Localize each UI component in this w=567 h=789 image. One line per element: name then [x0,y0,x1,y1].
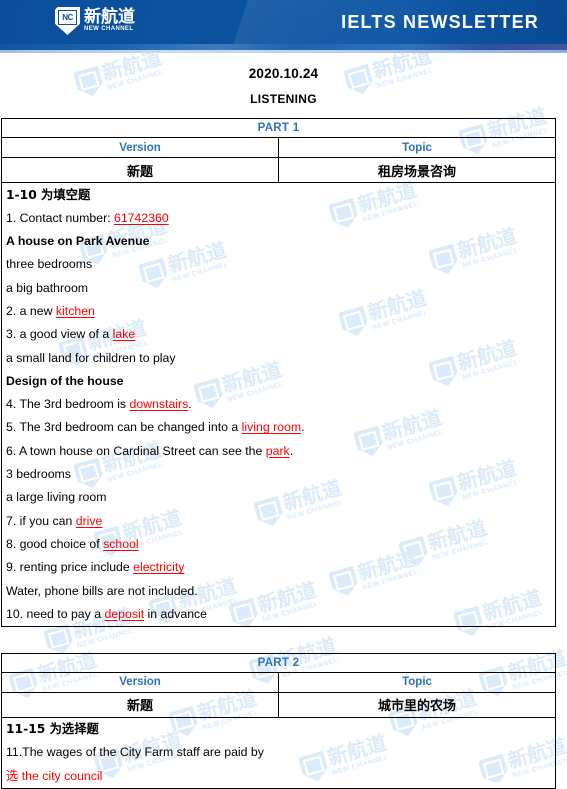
part-body-row: 1-10 为填空题 1. Contact number: 61742360 A ho… [1,182,556,627]
part-body: 11-15 为选择题 11.The wages of the City Farm … [1,716,556,789]
line-text: 4. The 3rd bedroom is [6,397,130,412]
brand-name-cn: 新航道 [84,6,135,26]
answer-line: 9. renting price include electricity [2,556,555,579]
answer-line: Water, phone bills are not included. [2,579,555,602]
part-instruction: 1-10 为填空题 [6,187,91,202]
value-topic: 城市里的农场 [278,691,556,718]
answer-text: lake [112,327,136,342]
line-text: 10. need to pay a [6,606,105,621]
answer-text: 61742360 [114,210,169,225]
answer-line: a big bathroom [2,276,555,299]
table-gap [0,627,567,653]
line-text: a large living room [6,490,107,505]
line-text: 3. a good view of a [6,327,113,342]
line-text: 9. renting price include [6,560,134,575]
line-text: 11.The wages of the City Farm staff are … [6,745,264,760]
answer-text: downstairs [129,397,189,412]
answer-text: electricity [133,560,185,575]
part-table: PART 2 Version Topic 新题 城市里的农场 11-15 为选择题 11.T… [1,652,556,789]
line-text: 7. if you can [6,513,76,528]
answer-line: 4. The 3rd bedroom is downstairs. [2,393,555,416]
document-date: 2020.10.24 [248,66,319,81]
answer-line: 11.The wages of the City Farm staff are … [2,741,555,764]
answer-line: a small land for children to play [2,346,555,369]
column-header-topic: Topic [278,137,556,158]
part-body-row: 11-15 为选择题 11.The wages of the City Farm … [1,716,556,789]
part-title: PART 1 [1,118,556,138]
line-text: 5. The 3rd bedroom can be changed into a [6,420,242,435]
column-header-version: Version [1,671,279,693]
part-title: PART 2 [1,652,556,673]
answer-text: park [265,443,290,458]
answer-line: 3 bedrooms [2,463,555,486]
page-root: NC 新航道 NEW CHANNEL IELTS NEWSLETTER 2020… [0,0,567,789]
part-body: 1-10 为填空题 1. Contact number: 61742360 A ho… [1,182,556,627]
shield-icon: NC [55,7,80,35]
line-text: . [301,420,305,435]
answer-text: kitchen [55,303,95,318]
brand-wordmark: 新航道 NEW CHANNEL [84,8,135,35]
answer-line: 选 the city council [2,764,555,787]
brand-name-en: NEW CHANNEL [84,26,134,33]
part-instruction: 11-15 为选择题 [6,722,99,737]
line-text: Water, phone bills are not included. [6,583,198,598]
column-header-row: Version Topic [1,671,556,693]
answer-line: 8. good choice of school [2,532,555,555]
line-text: a small land for children to play [6,350,176,365]
column-value-row: 新题 城市里的农场 [1,691,556,718]
part-title-row: PART 1 [1,118,556,138]
line-text: 1. Contact number: [6,210,114,225]
line-text: Design of the house [6,373,124,388]
line-text: 3 bedrooms [6,467,71,482]
line-text: 2. a new [6,303,56,318]
answer-text: living room [241,420,302,435]
document-section-title: LISTENING [250,92,317,106]
banner-accent-strip-light [0,50,567,53]
line-text: . [188,397,192,412]
answer-line: 10. need to pay a deposit in advance [2,602,555,625]
logo-mark-text: NC [58,10,77,25]
value-topic: 租房场景咨询 [278,157,556,183]
answer-text: school [103,536,139,551]
answer-line: 7. if you can drive [2,509,555,532]
answer-text: drive [75,513,103,528]
column-value-row: 新题 租房场景咨询 [1,157,556,183]
answer-line: three bedrooms [2,253,555,276]
line-text: a big bathroom [6,280,89,295]
line-text: in advance [144,606,208,621]
answer-text: the city council [18,768,103,783]
answer-text: deposit [104,606,145,621]
answer-line: 3. a good view of a lake [2,323,555,346]
column-header-row: Version Topic [1,137,556,158]
value-version: 新题 [1,157,279,183]
brand-logo: NC 新航道 NEW CHANNEL [55,7,135,35]
answer-line: Design of the house [2,369,555,392]
answer-line: a large living room [2,486,555,509]
answer-line: 1. Contact number: 61742360 [2,206,555,229]
title-spacer [0,106,567,118]
page-banner: NC 新航道 NEW CHANNEL IELTS NEWSLETTER [0,0,567,44]
line-text: 8. good choice of [6,536,104,551]
column-header-topic: Topic [278,671,556,693]
answer-line: 5. The 3rd bedroom can be changed into a… [2,416,555,439]
banner-title: IELTS NEWSLETTER [341,11,539,32]
value-version: 新题 [1,691,279,718]
answer-line: A house on Park Avenue [2,230,555,253]
line-text: A house on Park Avenue [6,234,150,249]
answer-line: 2. a new kitchen [2,299,555,322]
line-text: . [289,443,294,458]
answer-line: 6. A town house on Cardinal Street can s… [2,439,555,462]
line-text: three bedrooms [6,257,93,272]
answer-text: 选 [6,768,19,783]
parts-container: PART 1 Version Topic 新题 租房场景咨询 1-10 为填空题 1. Co… [0,118,567,789]
line-text: 6. A town house on Cardinal Street can s… [6,443,266,458]
column-header-version: Version [1,137,279,158]
part-title-row: PART 2 [1,652,556,673]
part-table: PART 1 Version Topic 新题 租房场景咨询 1-10 为填空题 1. Co… [1,118,556,627]
